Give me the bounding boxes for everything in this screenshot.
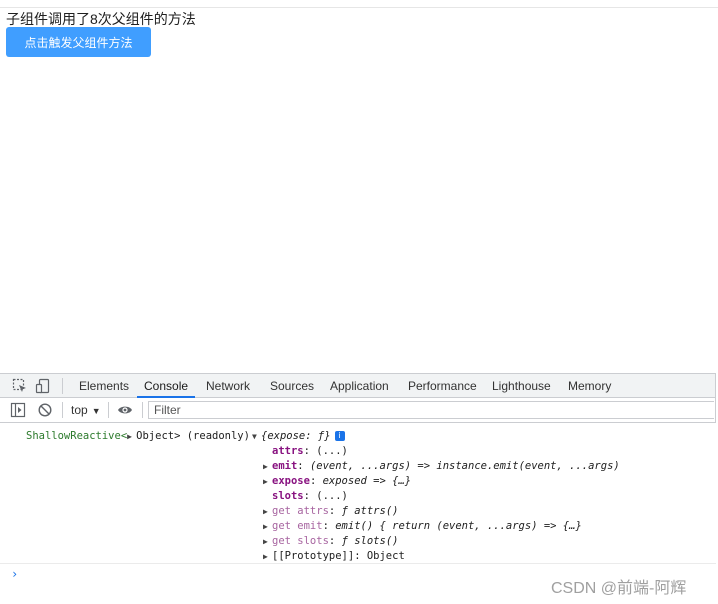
clear-console-icon[interactable]: [37, 402, 53, 418]
property-value: (...): [316, 445, 348, 457]
tab-application[interactable]: Application: [330, 374, 389, 398]
property-value: Object: [366, 550, 405, 562]
dropdown-caret-icon: ▼: [91, 406, 101, 416]
property-key: get emit: [272, 520, 323, 532]
property-key: emit: [272, 460, 298, 472]
toolbar-separator: [62, 402, 63, 418]
eye-icon[interactable]: [117, 402, 133, 418]
tab-bar-separator: [62, 378, 63, 394]
property-key: get slots: [272, 535, 329, 547]
info-icon[interactable]: i: [334, 431, 345, 441]
property-row[interactable]: ▶ get slots: ƒ slots(): [263, 534, 398, 549]
property-value: (event, ...args) => instance.emit(event,…: [309, 460, 620, 472]
property-row[interactable]: ▶ get attrs: ƒ attrs(): [263, 504, 398, 519]
devtools-panel: Elements Console Network Sources Applica…: [0, 373, 718, 603]
property-key: expose: [272, 475, 310, 487]
expand-triangle-icon[interactable]: ▶: [263, 474, 272, 489]
property-value: (...): [316, 490, 348, 502]
log-type-name: ShallowReactive<: [26, 430, 128, 442]
console-toolbar: top ▼: [0, 398, 716, 423]
toolbar-separator: [108, 402, 109, 418]
property-value: ƒ attrs(): [341, 505, 399, 517]
context-value: top: [71, 403, 88, 417]
device-toggle-icon[interactable]: [35, 378, 51, 394]
console-filter-input[interactable]: [148, 401, 714, 419]
trigger-parent-method-button[interactable]: 点击触发父组件方法: [6, 27, 151, 57]
inspect-element-icon[interactable]: [12, 378, 28, 394]
tab-sources[interactable]: Sources: [270, 374, 314, 398]
object-preview-text: {expose: ƒ}: [261, 430, 331, 442]
console-log-entry[interactable]: ShallowReactive<▶ Object> (readonly): [26, 429, 250, 444]
expand-triangle-icon[interactable]: ▶: [263, 534, 272, 549]
page-top-divider: [0, 7, 718, 8]
tab-elements[interactable]: Elements: [79, 374, 129, 398]
expand-triangle-icon[interactable]: ▶: [263, 549, 272, 564]
log-object-label: Object> (readonly): [136, 430, 250, 442]
expand-triangle-icon[interactable]: ▶: [263, 459, 272, 474]
tab-lighthouse[interactable]: Lighthouse: [492, 374, 551, 398]
property-value: exposed => {…}: [322, 475, 412, 487]
call-count-message: 子组件调用了8次父组件的方法: [6, 11, 196, 27]
tab-console[interactable]: Console: [137, 374, 196, 398]
property-value: emit() { return (event, ...args) => {…}: [335, 520, 582, 532]
collapse-triangle-icon[interactable]: ▼: [252, 429, 261, 444]
property-key: slots: [272, 490, 304, 502]
expand-triangle-icon[interactable]: ▶: [127, 429, 136, 444]
tab-network[interactable]: Network: [206, 374, 250, 398]
property-value: ƒ slots(): [341, 535, 399, 547]
property-key: attrs: [272, 445, 304, 457]
property-row[interactable]: ▶ expose: exposed => {…}: [263, 474, 411, 489]
property-row[interactable]: slots: (...): [263, 489, 348, 504]
tab-performance[interactable]: Performance: [408, 374, 477, 398]
console-prompt-icon: ›: [11, 567, 19, 581]
devtools-tab-bar: Elements Console Network Sources Applica…: [0, 373, 716, 398]
log-object-preview[interactable]: ▼ {expose: ƒ} i: [252, 429, 345, 444]
property-key: get attrs: [272, 505, 329, 517]
csdn-watermark: CSDN @前端-阿辉: [551, 580, 687, 597]
expand-triangle-icon[interactable]: ▶: [263, 504, 272, 519]
property-row[interactable]: ▶ emit: (event, ...args) => instance.emit…: [263, 459, 620, 474]
property-key: [[Prototype]]: [272, 550, 355, 562]
expand-triangle-icon[interactable]: ▶: [263, 519, 272, 534]
context-selector[interactable]: top ▼: [71, 403, 101, 417]
toolbar-separator: [142, 402, 143, 418]
sidebar-toggle-icon[interactable]: [10, 402, 26, 418]
property-row[interactable]: attrs: (...): [263, 444, 348, 459]
property-row[interactable]: ▶ [[Prototype]]: Object: [263, 549, 405, 564]
tab-memory[interactable]: Memory: [568, 374, 611, 398]
property-row[interactable]: ▶ get emit: emit() { return (event, ...ar…: [263, 519, 582, 534]
